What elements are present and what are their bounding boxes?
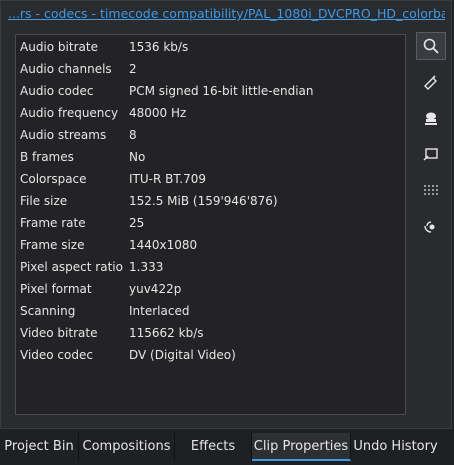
property-value: 25 (129, 216, 145, 230)
analysis-button[interactable] (416, 104, 446, 132)
property-row: Audio channels 2 (20, 58, 400, 80)
property-value: DV (Digital Video) (129, 348, 236, 362)
tab-undo-history[interactable]: Undo History (351, 433, 440, 461)
property-key: Video codec (20, 348, 93, 362)
tab-compositions[interactable]: Compositions (79, 433, 175, 461)
rotate-button[interactable] (416, 140, 446, 168)
dock-tab-bar: Project Bin Compositions Effects Clip Pr… (0, 430, 454, 465)
property-row: Audio codec PCM signed 16-bit little-endi… (20, 80, 400, 102)
property-key: File size (20, 194, 68, 208)
property-key: Audio channels (20, 62, 112, 76)
property-row: Video bitrate 115662 kb/s (20, 322, 400, 344)
property-row: Scanning Interlaced (20, 300, 400, 322)
property-row: Frame rate 25 (20, 212, 400, 234)
property-row: Pixel format yuv422p (20, 278, 400, 300)
properties-list: Audio bitrate 1536 kb/s Audio channels 2 A… (15, 34, 406, 415)
property-key: Audio frequency (20, 106, 119, 120)
property-row: Audio frequency 48000 Hz (20, 102, 400, 124)
tab-effects[interactable]: Effects (175, 433, 252, 461)
property-value: 1536 kb/s (129, 40, 189, 54)
property-key: Frame rate (20, 216, 86, 230)
property-row: Frame size 1440x1080 (20, 234, 400, 256)
property-value: 1440x1080 (129, 238, 198, 252)
property-row: File size 152.5 MiB (159'946'876) (20, 190, 400, 212)
property-key: B frames (20, 150, 74, 164)
property-row: Audio bitrate 1536 kb/s (20, 36, 400, 58)
property-key: Video bitrate (20, 326, 98, 340)
property-value: No (129, 150, 146, 164)
search-icon (423, 38, 439, 54)
property-row: B frames No (20, 146, 400, 168)
analysis-icon (425, 112, 437, 125)
property-value: yuv422p (129, 282, 182, 296)
property-key: Colorspace (20, 172, 87, 186)
clip-title-link[interactable]: ...rs - codecs - timecode compatibility/… (8, 5, 445, 23)
property-key: Frame size (20, 238, 85, 252)
grid-icon (424, 185, 438, 195)
search-button[interactable] (416, 32, 446, 60)
audio-icon (424, 221, 435, 233)
clip-properties-panel: ...rs - codecs - timecode compatibility/… (0, 0, 452, 429)
property-key: Pixel aspect ratio (20, 260, 123, 274)
property-row: Audio streams 8 (20, 124, 400, 146)
marker-icon (424, 75, 437, 90)
property-value: Interlaced (129, 304, 190, 318)
property-value: 115662 kb/s (129, 326, 204, 340)
property-key: Audio bitrate (20, 40, 98, 54)
property-value: 1.333 (129, 260, 164, 274)
rotate-icon (423, 148, 438, 161)
property-value: 2 (129, 62, 137, 76)
property-value: 152.5 MiB (159'946'876) (129, 194, 278, 208)
marker-button[interactable] (416, 68, 446, 96)
property-key: Audio streams (20, 128, 107, 142)
property-value: 8 (129, 128, 137, 142)
property-value: PCM signed 16-bit little-endian (129, 84, 314, 98)
property-row: Pixel aspect ratio 1.333 (20, 256, 400, 278)
tab-clip-properties[interactable]: Clip Properties (252, 433, 351, 461)
tab-project-bin[interactable]: Project Bin (0, 433, 79, 461)
audio-button[interactable] (416, 212, 446, 240)
property-value: ITU-R BT.709 (129, 172, 206, 186)
property-row: Video codec DV (Digital Video) (20, 344, 400, 366)
grid-button[interactable] (416, 176, 446, 204)
property-key: Scanning (20, 304, 76, 318)
property-value: 48000 Hz (129, 106, 187, 120)
property-row: Colorspace ITU-R BT.709 (20, 168, 400, 190)
property-key: Pixel format (20, 282, 92, 296)
property-key: Audio codec (20, 84, 94, 98)
properties-toolbar (415, 32, 447, 416)
